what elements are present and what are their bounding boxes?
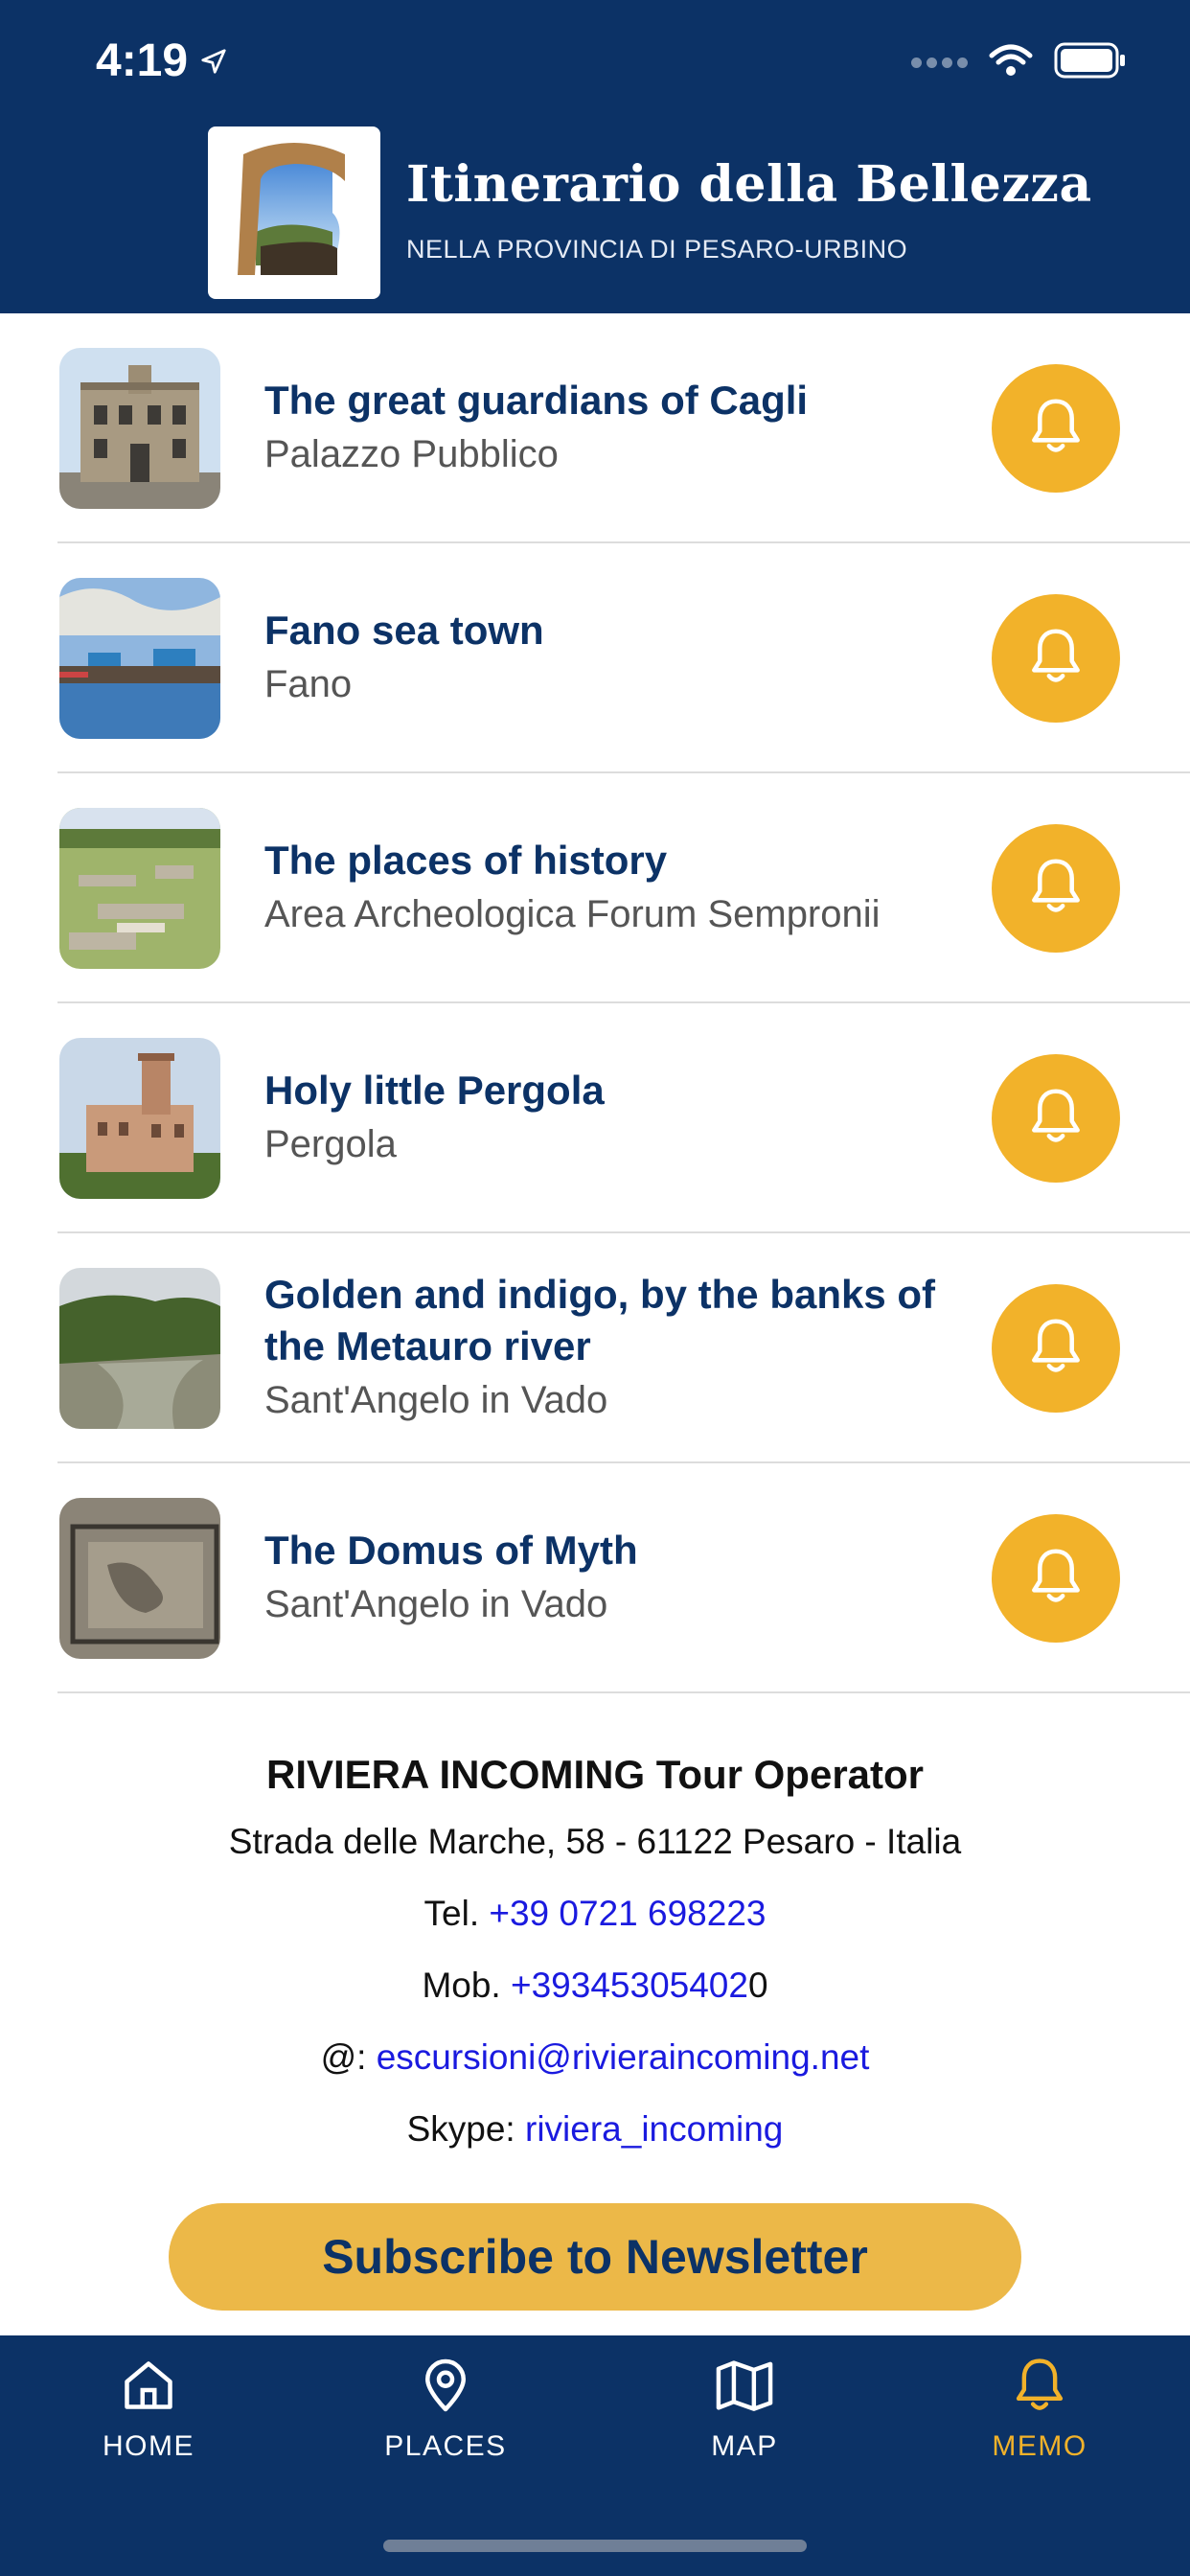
home-icon <box>120 2361 177 2418</box>
email-link[interactable]: escursioni@rivieraincoming.net <box>377 2037 870 2077</box>
tab-map-label: MAP <box>711 2430 778 2462</box>
pier-image <box>59 578 220 739</box>
company-name: RIVIERA INCOMING Tour Operator <box>265 1752 925 1797</box>
tab-places-label: PLACES <box>384 2430 507 2462</box>
list-item-subtitle: Area Archeologica Forum Sempronii <box>264 893 881 935</box>
list-item[interactable]: Fano sea town Fano <box>0 543 1190 773</box>
app-header: 4:19 Itinerario della Bellezza NELLA PRO… <box>0 0 1190 313</box>
bell-icon <box>1028 397 1084 461</box>
bell-icon <box>1028 857 1084 921</box>
mobile-label: Mob. <box>422 1966 501 2005</box>
list-item-title: The great guardians of Cagli <box>264 378 809 423</box>
wifi-icon <box>989 44 1033 81</box>
list-item-text: The great guardians of Cagli Palazzo Pub… <box>264 313 1002 543</box>
list-item-title: The places of history <box>264 838 668 883</box>
contact-info: RIVIERA INCOMING Tour Operator Strada de… <box>0 1744 1190 2165</box>
list-item-title: The Domus of Myth <box>264 1528 638 1573</box>
tower-building-image <box>59 1038 220 1199</box>
home-indicator[interactable] <box>383 2540 807 2552</box>
location-arrow-icon <box>199 34 228 87</box>
reminder-bell-button[interactable] <box>992 1284 1120 1413</box>
list-item-text: The places of history Area Archeologica … <box>264 773 1002 1003</box>
status-bar-time: 4:19 <box>96 34 228 87</box>
bell-icon <box>1028 1547 1084 1611</box>
company-address: Strada delle Marche, 58 - 61122 Pesaro -… <box>228 1822 962 1861</box>
telephone-label: Tel. <box>423 1894 480 1933</box>
list-item-title: Golden and indigo, by the banks of the M… <box>264 1272 936 1368</box>
status-bar-indicators <box>911 42 1127 83</box>
mosaic-image <box>59 1498 220 1659</box>
list-item-text: Holy little Pergola Pergola <box>264 1003 1002 1233</box>
bell-icon <box>1028 1087 1084 1151</box>
bell-icon <box>1013 2358 1066 2418</box>
email-label: @: <box>320 2037 367 2077</box>
skype-label: Skype: <box>406 2109 515 2149</box>
river-image <box>59 1268 220 1429</box>
cellular-signal-icon <box>911 58 968 68</box>
itinerary-list: The great guardians of Cagli Palazzo Pub… <box>0 313 1190 1693</box>
tab-memo-label: MEMO <box>992 2430 1087 2462</box>
mobile-line: Mob. +393453054020 <box>0 1949 1190 2021</box>
list-item-subtitle: Sant'Angelo in Vado <box>264 1583 608 1625</box>
list-item-text: The Domus of Myth Sant'Angelo in Vado <box>264 1463 1002 1693</box>
mobile-suffix: 0 <box>747 1966 768 2005</box>
list-item-title: Fano sea town <box>264 608 544 653</box>
skype-line: Skype: riviera_incoming <box>0 2093 1190 2165</box>
list-item[interactable]: The places of history Area Archeologica … <box>0 773 1190 1003</box>
tab-places[interactable]: PLACES <box>350 2357 541 2463</box>
app-subtitle: NELLA PROVINCIA DI PESARO-URBINO <box>406 235 908 264</box>
bell-icon <box>1028 627 1084 691</box>
list-item-text: Fano sea town Fano <box>264 543 1002 773</box>
tab-map[interactable]: MAP <box>649 2357 840 2463</box>
email-line: @: escursioni@rivieraincoming.net <box>0 2021 1190 2093</box>
ruins-image <box>59 808 220 969</box>
skype-link[interactable]: riviera_incoming <box>525 2109 783 2149</box>
app-title: Itinerario della Bellezza <box>406 155 1092 214</box>
mobile-link[interactable]: +39345305402 <box>511 1966 748 2005</box>
bell-icon <box>1028 1317 1084 1381</box>
list-item[interactable]: The Domus of Myth Sant'Angelo in Vado <box>0 1463 1190 1693</box>
palazzo-image <box>59 348 220 509</box>
reminder-bell-button[interactable] <box>992 1054 1120 1183</box>
list-item-subtitle: Palazzo Pubblico <box>264 433 559 475</box>
map-icon <box>714 2360 775 2418</box>
telephone-link[interactable]: +39 0721 698223 <box>489 1894 766 1933</box>
tab-home[interactable]: HOME <box>53 2357 244 2463</box>
reminder-bell-button[interactable] <box>992 1514 1120 1643</box>
list-item-subtitle: Fano <box>264 663 353 705</box>
location-pin-icon <box>417 2358 474 2418</box>
list-item-subtitle: Pergola <box>264 1123 397 1165</box>
tab-memo[interactable]: MEMO <box>944 2357 1135 2463</box>
list-item-subtitle: Sant'Angelo in Vado <box>264 1379 608 1421</box>
reminder-bell-button[interactable] <box>992 594 1120 723</box>
reminder-bell-button[interactable] <box>992 824 1120 953</box>
subscribe-newsletter-button[interactable]: Subscribe to Newsletter <box>169 2203 1021 2311</box>
telephone-line: Tel. +39 0721 698223 <box>0 1877 1190 1949</box>
list-item[interactable]: Golden and indigo, by the banks of the M… <box>0 1233 1190 1463</box>
list-item-text: Golden and indigo, by the banks of the M… <box>264 1233 1002 1463</box>
list-item-title: Holy little Pergola <box>264 1068 605 1113</box>
reminder-bell-button[interactable] <box>992 364 1120 493</box>
app-logo <box>208 126 380 299</box>
tab-home-label: HOME <box>103 2430 195 2462</box>
battery-icon <box>1054 42 1127 83</box>
list-item[interactable]: The great guardians of Cagli Palazzo Pub… <box>0 313 1190 543</box>
list-item[interactable]: Holy little Pergola Pergola <box>0 1003 1190 1233</box>
